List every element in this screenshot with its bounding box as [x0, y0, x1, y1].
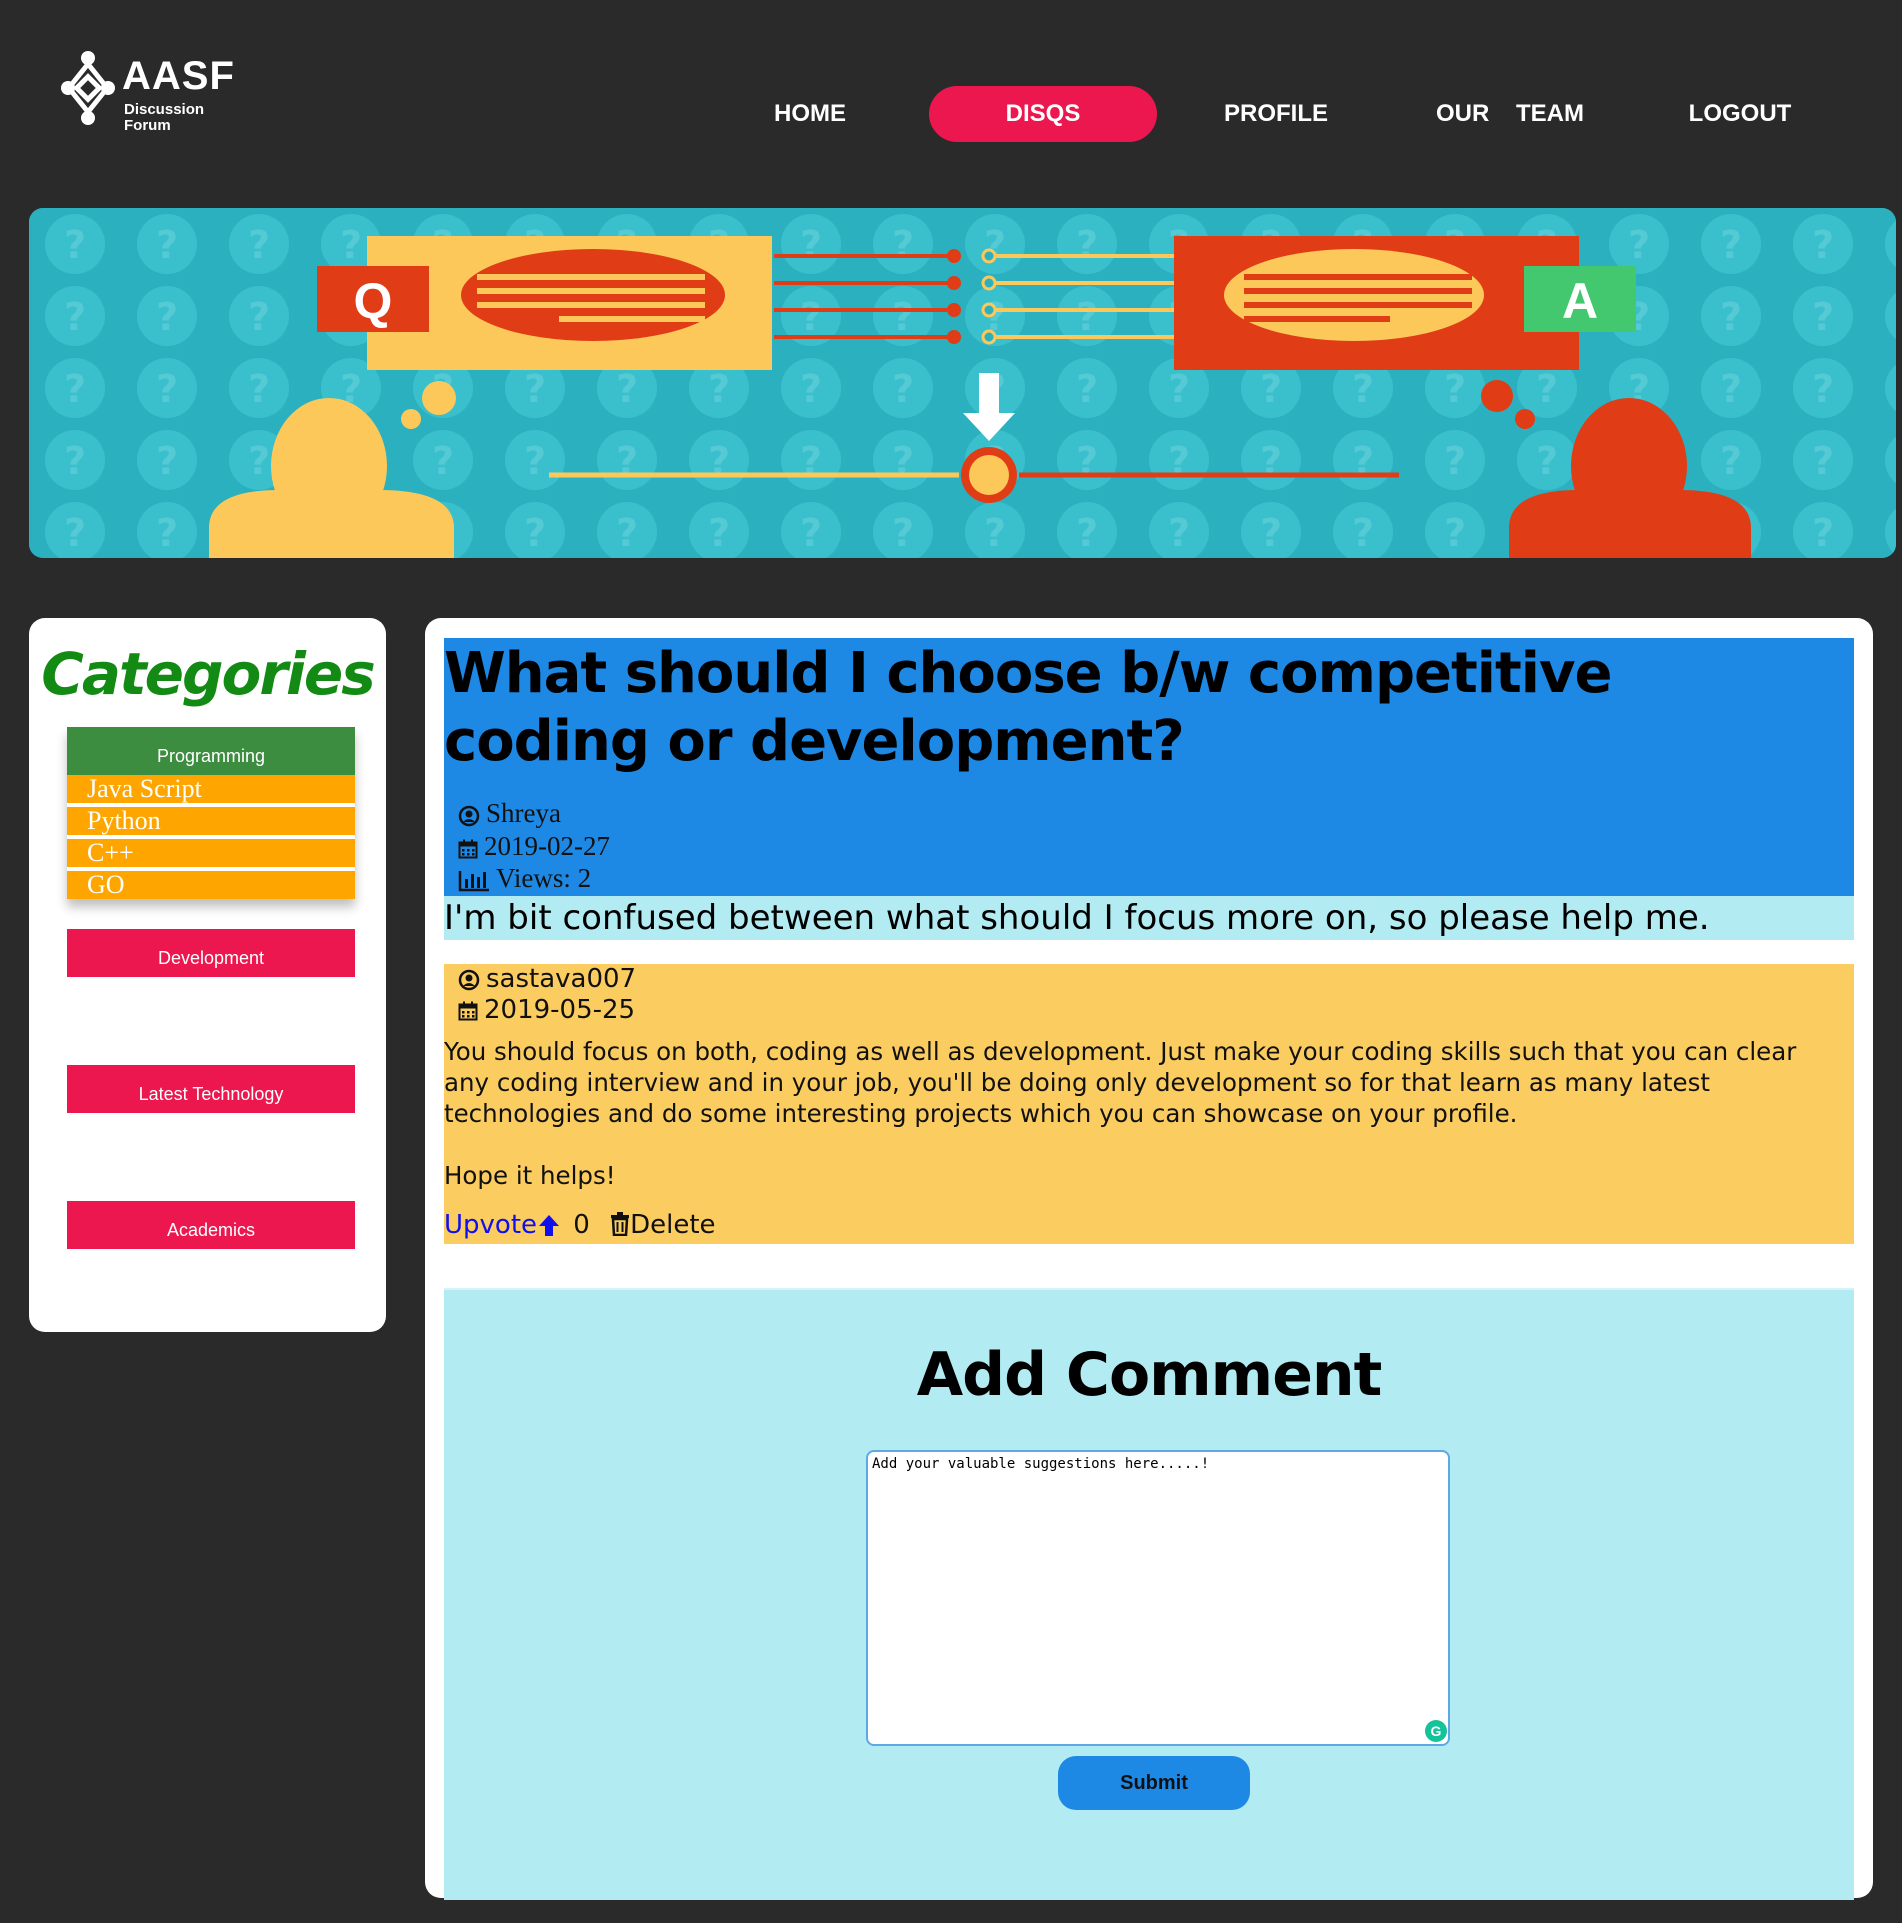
delete-button[interactable]: Delete — [610, 1210, 716, 1240]
category-development: Development — [67, 929, 355, 977]
answer-text: You should focus on both, coding as well… — [444, 1037, 1797, 1190]
main-nav: HOME DISQS PROFILE OUR TEAM LOGOUT — [0, 86, 1902, 142]
bar-chart-icon — [458, 870, 489, 892]
nav-profile[interactable]: PROFILE — [1196, 86, 1356, 142]
upvote-label: Upvote — [444, 1210, 538, 1240]
upvote-button[interactable]: Upvote — [444, 1210, 561, 1240]
comment-textarea[interactable] — [866, 1450, 1450, 1746]
answer-card: sastava007 2019-05-25 You should focus o… — [444, 964, 1854, 1244]
grammarly-icon[interactable]: G — [1425, 1720, 1447, 1742]
discussion-panel: What should I choose b/w competitive cod… — [425, 618, 1873, 1900]
hero-banner: ? Q — [29, 208, 1896, 558]
subcategory-javascript[interactable]: Java Script — [67, 775, 355, 803]
banner-illustration: ? Q — [29, 208, 1896, 558]
category-programming-header[interactable]: Programming — [67, 727, 355, 775]
calendar-icon — [458, 1001, 478, 1020]
category-latest-technology: Latest Technology — [67, 1065, 355, 1113]
answer-date: 2019-05-25 — [484, 995, 636, 1025]
question-views: Views: 2 — [496, 863, 592, 893]
answer-actions: Upvote 0 Delete — [444, 1210, 716, 1240]
calendar-icon — [458, 839, 478, 859]
question-title: What should I choose b/w competitive cod… — [444, 641, 1612, 774]
question-date: 2019-02-27 — [484, 831, 610, 861]
banner-q-letter: Q — [354, 273, 393, 329]
user-icon — [458, 805, 480, 827]
banner-a-letter: A — [1562, 273, 1598, 329]
categories-sidebar: Categories Programming Java Script Pytho… — [29, 618, 386, 1332]
category-academics: Academics — [67, 1201, 355, 1249]
nav-home[interactable]: HOME — [730, 86, 890, 142]
question-views-row: Views: 2 — [458, 863, 591, 893]
nav-disqs[interactable]: DISQS — [929, 86, 1157, 142]
question-header: What should I choose b/w competitive cod… — [444, 638, 1854, 896]
nav-our-team[interactable]: OUR TEAM — [1400, 86, 1620, 142]
trash-icon — [611, 1212, 630, 1237]
delete-label: Delete — [630, 1210, 716, 1240]
user-icon — [458, 969, 480, 990]
nav-logout[interactable]: LOGOUT — [1660, 86, 1820, 142]
subcategory-python[interactable]: Python — [67, 807, 355, 835]
category-academics-header[interactable]: Academics — [67, 1201, 355, 1249]
category-latest-technology-header[interactable]: Latest Technology — [67, 1065, 355, 1113]
answer-author[interactable]: sastava007 — [486, 964, 636, 994]
question-author-row: Shreya — [458, 798, 561, 828]
question-author[interactable]: Shreya — [486, 798, 561, 828]
add-comment-section: Add Comment G Submit — [444, 1288, 1854, 1900]
category-programming: Programming Java Script Python C++ GO — [67, 727, 355, 899]
answer-date-row: 2019-05-25 — [458, 995, 635, 1025]
category-development-header[interactable]: Development — [67, 929, 355, 977]
question-description: I'm bit confused between what should I f… — [444, 896, 1854, 940]
question-date-row: 2019-02-27 — [458, 831, 610, 861]
categories-title: Categories — [41, 640, 375, 708]
submit-button[interactable]: Submit — [1058, 1756, 1250, 1810]
upvote-count: 0 — [573, 1210, 590, 1240]
subcategory-go[interactable]: GO — [67, 871, 355, 899]
arrow-up-icon — [539, 1215, 560, 1236]
answer-author-row: sastava007 — [458, 964, 636, 994]
subcategory-cpp[interactable]: C++ — [67, 839, 355, 867]
add-comment-title: Add Comment — [916, 1340, 1383, 1410]
